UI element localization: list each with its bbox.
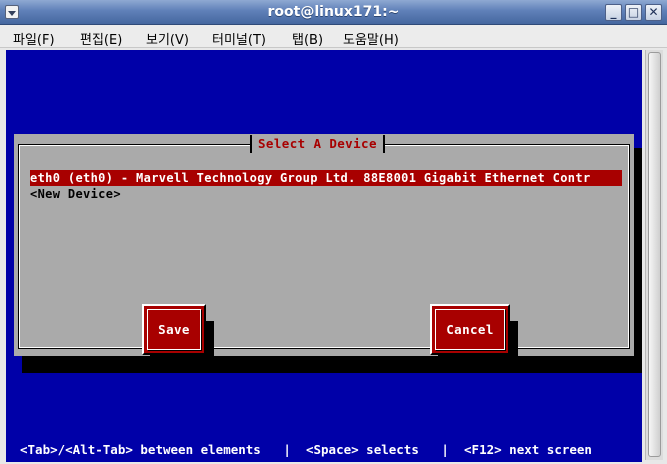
minimize-button[interactable]: _ [605, 4, 622, 21]
device-item-new-device[interactable]: <New Device> [30, 186, 626, 202]
scrollbar-thumb[interactable] [648, 52, 661, 457]
menu-file[interactable]: 파일(F) [13, 29, 55, 48]
window-title: root@linux171:~ [267, 4, 400, 20]
close-icon: ✕ [648, 5, 659, 19]
menu-view[interactable]: 보기(V) [146, 29, 189, 48]
maximize-button[interactable]: □ [625, 4, 642, 21]
menu-edit[interactable]: 편집(E) [80, 29, 122, 48]
save-button-label: Save [158, 322, 190, 337]
cancel-button[interactable]: Cancel [430, 304, 510, 355]
menu-tabs[interactable]: 탭(B) [292, 29, 323, 48]
menubar: 파일(F) 편집(E) 보기(V) 터미널(T) 탭(B) 도움말(H) [0, 25, 667, 48]
dialog-shadow-bottom [22, 355, 642, 373]
minimize-icon: _ [610, 5, 617, 19]
maximize-icon: □ [627, 5, 640, 19]
cancel-button-label: Cancel [446, 322, 494, 337]
terminal-scrollbar[interactable] [645, 50, 663, 460]
terminal-screen[interactable]: Select A Device eth0 (eth0) - Marvell Te… [6, 50, 642, 462]
dialog-title: Select A Device [258, 136, 377, 151]
save-button[interactable]: Save [142, 304, 206, 355]
dialog-shadow [634, 148, 642, 373]
dialog-title-frame: Select A Device [250, 135, 385, 153]
close-button[interactable]: ✕ [645, 4, 662, 21]
menu-help[interactable]: 도움말(H) [343, 29, 399, 48]
device-item-eth0[interactable]: eth0 (eth0) - Marvell Technology Group L… [30, 170, 622, 186]
help-status-line: <Tab>/<Alt-Tab> between elements | <Spac… [20, 442, 592, 457]
menu-terminal[interactable]: 터미널(T) [212, 29, 266, 48]
window-titlebar[interactable]: root@linux171:~ _ □ ✕ [0, 0, 667, 25]
select-device-dialog: Select A Device eth0 (eth0) - Marvell Te… [14, 134, 634, 373]
device-list[interactable]: eth0 (eth0) - Marvell Technology Group L… [30, 170, 626, 202]
